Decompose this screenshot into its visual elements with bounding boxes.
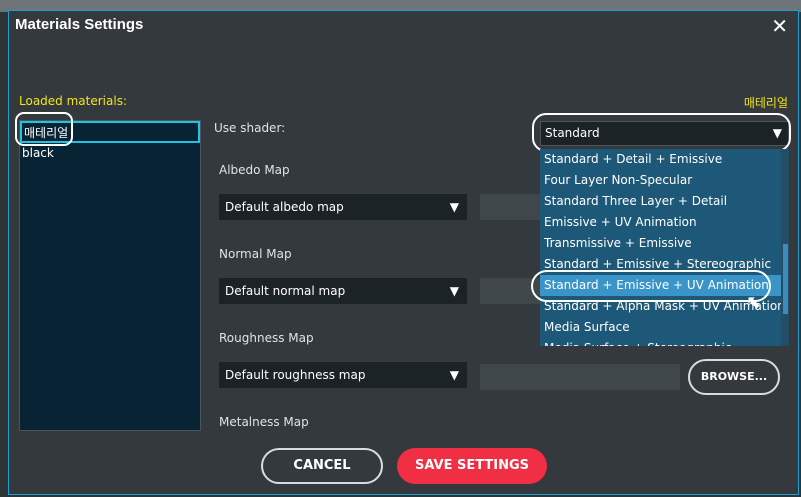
shader-option[interactable]: Transmissive + Emissive	[540, 233, 789, 254]
chevron-down-icon: ▼	[449, 368, 459, 382]
normal-map-label: Normal Map	[219, 247, 292, 261]
cancel-button[interactable]: CANCEL	[261, 448, 383, 484]
close-icon[interactable]: ✕	[771, 14, 788, 38]
annotation-circle	[15, 112, 73, 146]
roughness-map-dropdown[interactable]: Default roughness map ▼	[219, 362, 467, 388]
materials-list[interactable]: 매테리얼 black	[19, 120, 201, 431]
annotation-circle	[531, 270, 771, 302]
materials-settings-dialog: Materials Settings ✕ Loaded materials: 매…	[8, 10, 799, 495]
scrollbar-thumb[interactable]	[783, 244, 788, 314]
shader-option[interactable]: Media Surface + Stereographic	[540, 338, 789, 346]
shader-option[interactable]: Four Layer Non-Specular	[540, 170, 789, 191]
dialog-title: Materials Settings	[15, 16, 144, 33]
annotation-circle	[532, 113, 791, 152]
albedo-map-dropdown[interactable]: Default albedo map ▼	[219, 194, 467, 220]
roughness-map-value: Default roughness map	[225, 368, 366, 382]
save-settings-button[interactable]: SAVE SETTINGS	[397, 448, 547, 484]
albedo-map-label: Albedo Map	[219, 163, 290, 177]
normal-map-value: Default normal map	[225, 284, 346, 298]
albedo-map-value: Default albedo map	[225, 200, 344, 214]
chevron-down-icon: ▼	[449, 284, 459, 298]
loaded-materials-label: Loaded materials:	[19, 94, 127, 108]
list-item-black[interactable]: black	[20, 143, 200, 165]
chevron-down-icon: ▼	[449, 200, 459, 214]
mouse-cursor-icon: ⬉	[746, 292, 762, 313]
roughness-map-label: Roughness Map	[219, 331, 314, 345]
shader-option[interactable]: Standard + Detail + Emissive	[540, 149, 789, 170]
scrollbar-track[interactable]	[781, 149, 789, 346]
shader-option[interactable]: Emissive + UV Animation	[540, 212, 789, 233]
use-shader-label: Use shader:	[214, 121, 286, 135]
shader-option[interactable]: Media Surface	[540, 317, 789, 338]
browse-button[interactable]: BROWSE...	[688, 359, 780, 395]
metalness-map-label: Metalness Map	[219, 415, 309, 429]
shader-option[interactable]: Standard Three Layer + Detail	[540, 191, 789, 212]
roughness-texture-field[interactable]	[480, 364, 680, 390]
shader-options-list[interactable]: Standard + Detail + Emissive Four Layer …	[540, 149, 789, 346]
selected-material-name: 매테리얼	[743, 96, 788, 110]
normal-map-dropdown[interactable]: Default normal map ▼	[219, 278, 467, 304]
